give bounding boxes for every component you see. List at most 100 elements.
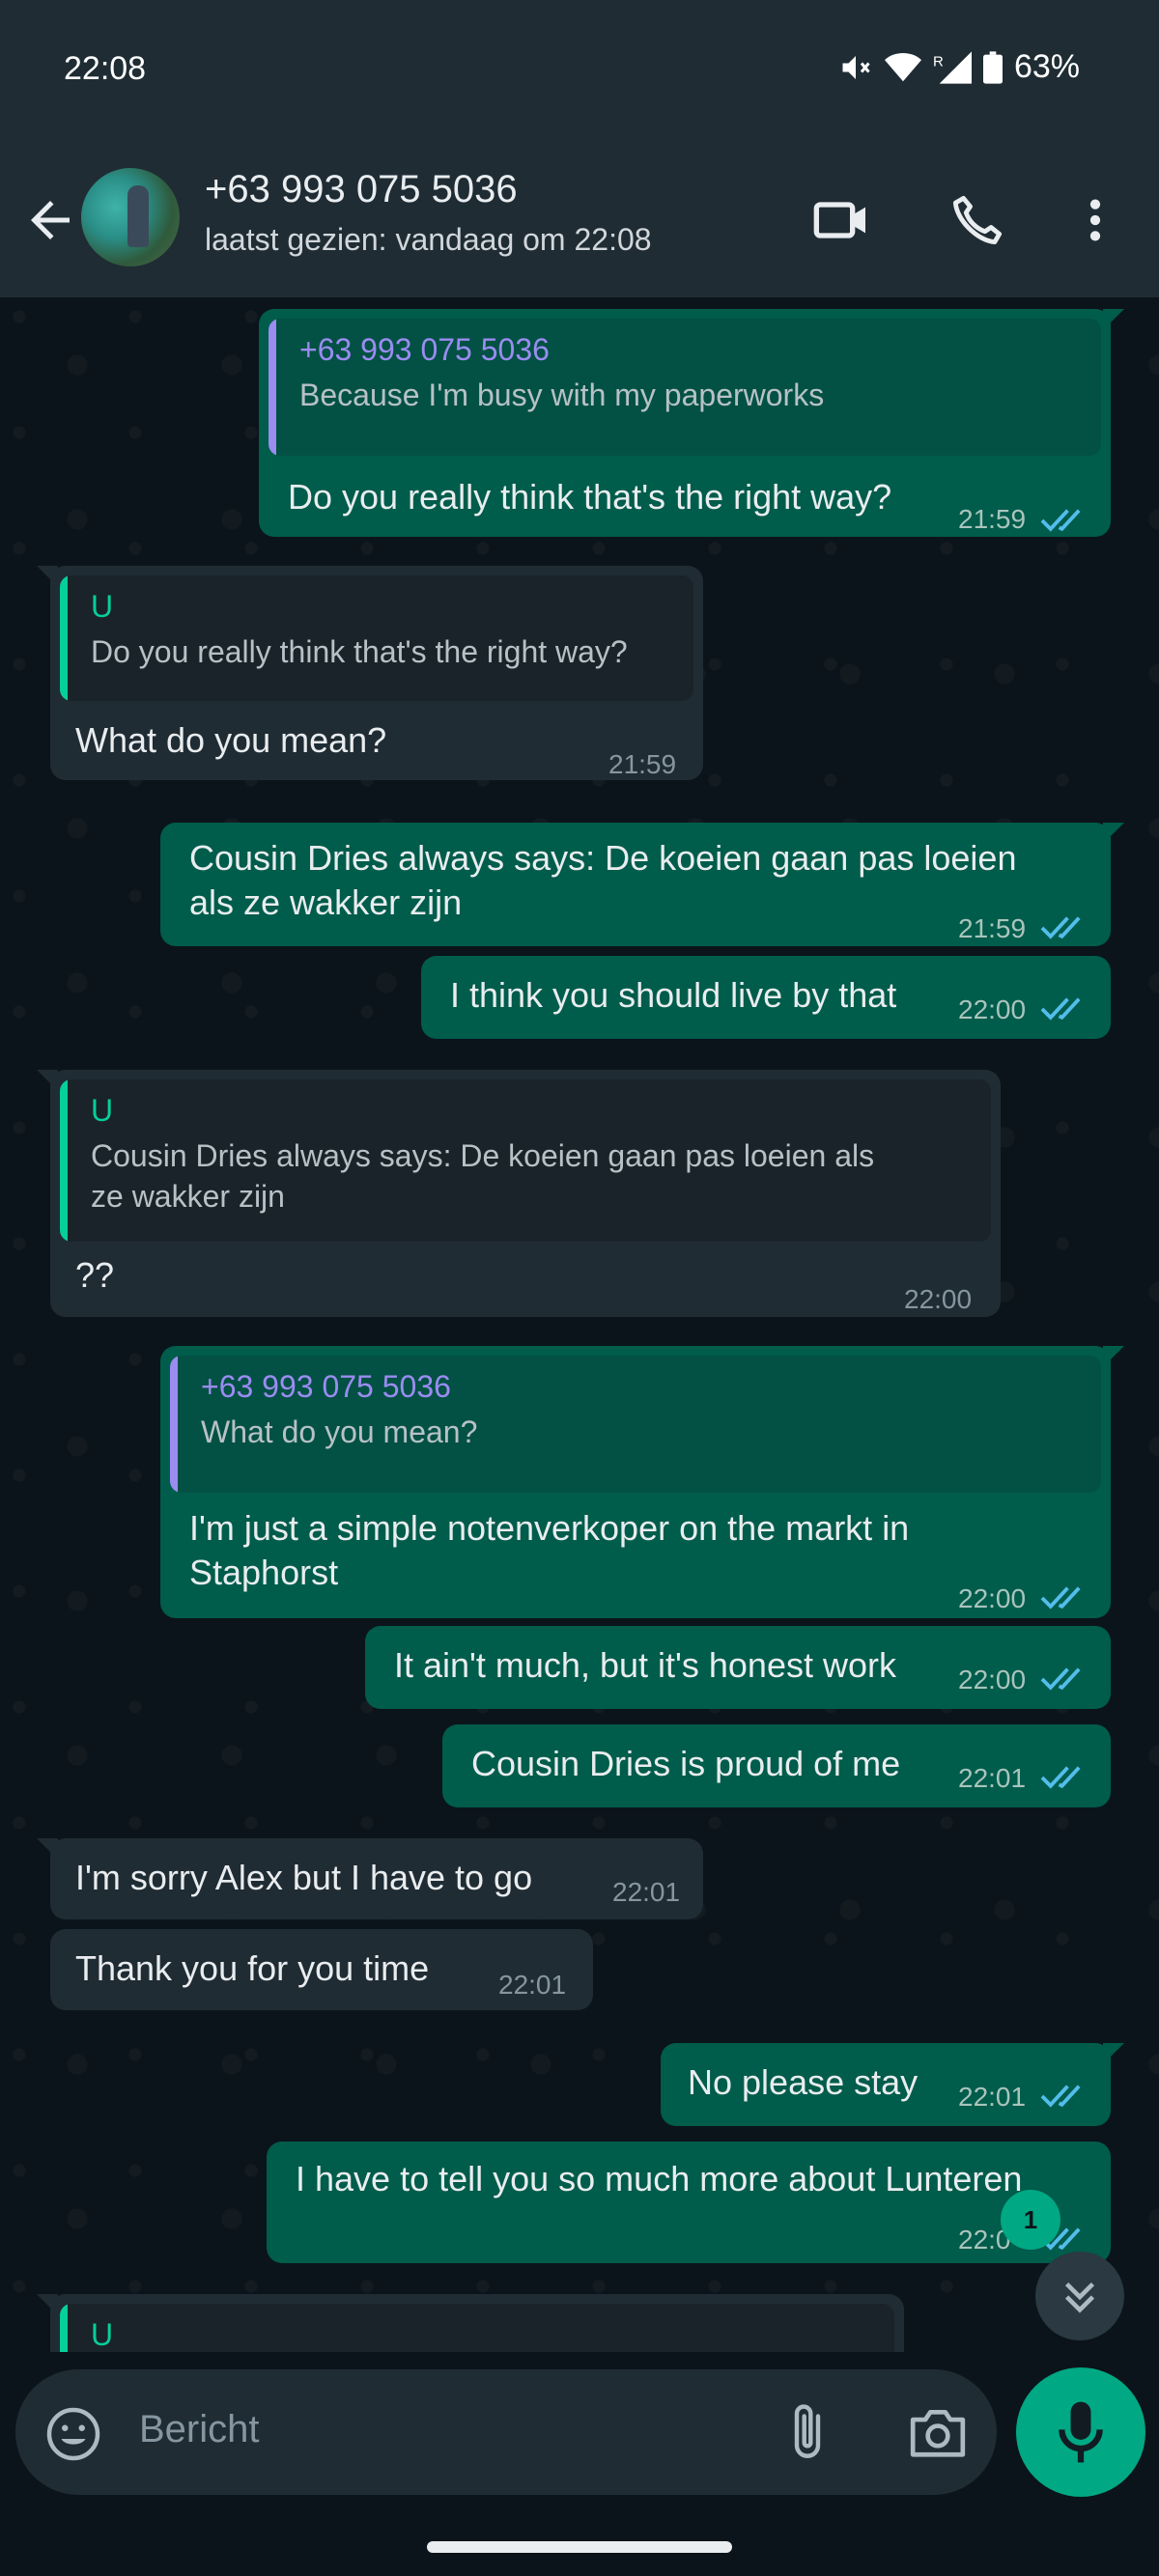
message-bubble-incoming[interactable]: I'm sorry Alex but I have to go 22:01 [37,1838,703,1919]
message-text: I think you should live by that [450,975,897,1015]
message-time: 22:00 [958,1665,1027,1694]
message-text: No please stay [688,2062,919,2102]
quote-bar [170,1356,178,1493]
quoted-message[interactable]: U Cousin Dries always says: De koeien ga… [60,1079,991,1242]
message-text: I'm sorry Alex but I have to go [75,1858,533,1897]
contact-name[interactable]: +63 993 075 5036 [205,168,518,211]
scroll-down-button[interactable] [1035,2252,1124,2340]
phone-icon[interactable] [947,189,1008,256]
battery-icon [982,50,1003,84]
message-time: 21:59 [958,504,1027,534]
message-text: I have to tell you so much more about Lu… [296,2159,1023,2198]
scroll-down-icon [1064,2282,1095,2313]
double-tick-icon [1040,1766,1081,1789]
message-bubble-outgoing[interactable]: Cousin Dries always says: De koeien gaan… [160,823,1124,946]
message-bubble-outgoing[interactable]: +63 993 075 5036 What do you mean? I'm j… [160,1346,1124,1618]
message-time: 22:00 [904,1284,973,1314]
message-time: 22:01 [958,2082,1027,2112]
quote-bar [60,575,68,701]
message-bubble-outgoing[interactable]: I have to tell you so much more about Lu… [267,2142,1111,2263]
video-call-icon[interactable] [811,189,873,256]
quote-text: What do you mean? [201,1414,478,1449]
mic-button[interactable] [1016,2367,1145,2497]
quote-text-line: Cousin Dries always says: De koeien gaan… [91,1138,875,1173]
quote-text-line: ze wakker zijn [91,1179,285,1214]
bubble-tail [37,1838,58,1860]
message-time: 22:01 [958,1763,1027,1793]
message-bubble-outgoing[interactable]: No please stay 22:01 [661,2043,1124,2126]
battery-percent: 63% [1013,48,1080,85]
message-time: 21:59 [958,913,1027,943]
bubble-tail [1103,1346,1124,1367]
chat-header: +63 993 075 5036 laatst gezien: vandaag … [0,154,1159,297]
signal-icon: R [933,50,972,84]
bubble-tail [1103,309,1124,330]
quote-sender: U [91,589,114,624]
message-bubble-outgoing[interactable]: It ain't much, but it's honest work 22:0… [365,1626,1111,1709]
quote-sender: U [91,2317,114,2352]
quoted-message[interactable]: +63 993 075 5036 What do you mean? [170,1356,1101,1493]
unread-count-badge: 1 [1001,2190,1060,2250]
double-tick-icon [1040,509,1081,532]
home-indicator[interactable] [427,2541,732,2553]
message-bubble-incoming[interactable]: U Cousin Dries always says: De koeien ga… [37,1070,1001,1317]
quoted-message[interactable]: +63 993 075 5036 Because I'm busy with m… [269,319,1101,456]
message-text: Cousin Dries is proud of me [471,1744,901,1783]
bubble-tail [1103,2043,1124,2064]
quote-bar [269,319,276,456]
quoted-message[interactable]: U [60,2304,894,2352]
message-bubble-outgoing[interactable]: Cousin Dries is proud of me 22:01 [442,1724,1111,1807]
quote-text: Because I'm busy with my paperworks [299,378,825,412]
message-text-line: als ze wakker zijn [189,882,463,922]
message-text: Thank you for you time [75,1948,430,1988]
message-composer[interactable]: Bericht [15,2369,997,2495]
status-time: 22:08 [64,50,147,87]
mute-icon [838,50,873,85]
message-input[interactable]: Bericht [139,2408,260,2451]
message-time: 22:00 [958,994,1027,1024]
message-bubble-incoming[interactable]: U [37,2294,904,2352]
last-seen: laatst gezien: vandaag om 22:08 [205,222,652,257]
message-bubble-outgoing[interactable]: I think you should live by that 22:00 [421,956,1111,1039]
svg-text:R: R [933,53,944,70]
camera-icon[interactable] [908,2404,968,2465]
quote-bar [60,1079,68,1242]
message-bubble-incoming[interactable]: Thank you for you time 22:01 [50,1929,593,2010]
quoted-message[interactable]: U Do you really think that's the right w… [60,575,693,701]
double-tick-icon [1040,916,1081,939]
message-text: What do you mean? [75,720,387,760]
double-tick-icon [1040,2085,1081,2108]
double-tick-icon [1040,997,1081,1021]
wifi-icon [884,51,921,84]
message-time: 22:01 [612,1877,681,1907]
back-arrow-icon[interactable] [21,191,79,249]
message-bubble-incoming[interactable]: U Do you really think that's the right w… [37,566,703,780]
message-text-line: Cousin Dries always says: De koeien gaan… [189,838,1017,878]
message-time: 21:59 [608,749,677,779]
quote-bar [60,2304,68,2352]
bubble-tail [1103,823,1124,844]
message-time: 22:00 [958,1583,1027,1613]
message-text: Do you really think that's the right way… [288,477,892,517]
emoji-icon[interactable] [44,2405,102,2468]
quote-sender: +63 993 075 5036 [201,1369,451,1404]
message-bubble-outgoing[interactable]: +63 993 075 5036 Because I'm busy with m… [259,309,1124,537]
status-icons: R 63% [838,48,1080,86]
avatar[interactable] [81,168,180,266]
more-vert-icon[interactable] [1068,189,1122,256]
mic-icon [1059,2401,1103,2463]
bubble-tail [37,2294,58,2315]
chat-messages[interactable]: +63 993 075 5036 Because I'm busy with m… [0,297,1159,2352]
quote-sender: +63 993 075 5036 [299,332,550,367]
bubble-tail [37,1070,58,1091]
bubble-tail [37,566,58,587]
message-text-line: Staphorst [189,1553,339,1592]
status-bar: 22:08 R 63% [0,0,1159,154]
attach-icon[interactable] [784,2400,831,2469]
quote-sender: U [91,1093,114,1128]
message-time: 22:01 [498,1970,567,2000]
message-text: ?? [75,1255,115,1295]
message-text-line: I'm just a simple notenverkoper on the m… [189,1508,910,1548]
message-text: It ain't much, but it's honest work [394,1645,896,1685]
quote-text: Do you really think that's the right way… [91,634,628,669]
